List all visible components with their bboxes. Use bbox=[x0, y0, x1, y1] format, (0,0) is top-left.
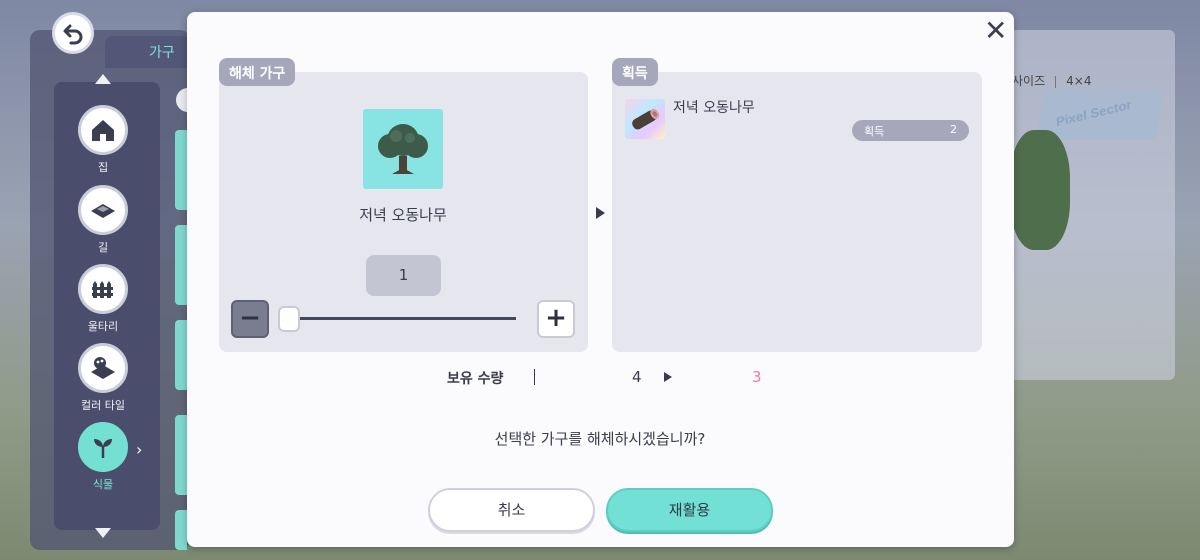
tree-icon bbox=[378, 124, 428, 174]
quantity-display: 1 bbox=[366, 255, 441, 296]
list-item-edge bbox=[175, 510, 187, 550]
reward-tag: 획득 bbox=[612, 58, 658, 86]
divider bbox=[534, 369, 535, 385]
background-size-row: 사이즈 4×4 bbox=[1012, 72, 1091, 89]
category-label: 컬러 타일 bbox=[81, 399, 125, 412]
list-item-edge bbox=[175, 415, 187, 495]
list-item-edge bbox=[175, 225, 187, 305]
cancel-button[interactable]: 취소 bbox=[428, 488, 595, 532]
confirm-question: 선택한 가구를 해체하시겠습니까? bbox=[494, 430, 706, 448]
background-tree bbox=[1010, 130, 1070, 250]
increase-button[interactable]: + bbox=[537, 300, 575, 338]
list-item-edge bbox=[175, 130, 187, 210]
reward-count-badge: 획득 2 bbox=[852, 120, 969, 141]
reward-thumbnail bbox=[625, 99, 665, 139]
reward-panel bbox=[612, 72, 982, 352]
category-label: 길 bbox=[97, 241, 109, 254]
reward-name: 저녁 오동나무 bbox=[673, 100, 755, 116]
category-color-tile[interactable]: 컬러 타일 bbox=[78, 343, 128, 413]
chevron-right-icon: › bbox=[136, 440, 143, 459]
item-thumbnail bbox=[363, 109, 443, 189]
scroll-down-arrow-icon[interactable] bbox=[95, 528, 111, 538]
path-tile-icon bbox=[91, 204, 115, 218]
category-house[interactable]: 집 bbox=[78, 105, 128, 175]
size-value: 4×4 bbox=[1066, 74, 1092, 88]
size-label: 사이즈 bbox=[1012, 74, 1046, 88]
category-plant[interactable]: 식물 bbox=[78, 422, 128, 492]
play-arrow-icon bbox=[596, 207, 605, 219]
item-name: 저녁 오동나무 bbox=[359, 206, 447, 224]
category-label: 울타리 bbox=[87, 320, 119, 333]
play-arrow-icon bbox=[664, 372, 672, 382]
category-label: 집 bbox=[97, 161, 109, 174]
category-fence[interactable]: 울타리 bbox=[78, 264, 128, 334]
category-path[interactable]: 길 bbox=[78, 185, 128, 255]
back-button[interactable] bbox=[52, 12, 94, 54]
owned-quantity-label: 보유 수량 bbox=[447, 371, 504, 387]
category-label: 식물 bbox=[92, 478, 114, 491]
scroll-up-arrow-icon[interactable] bbox=[95, 74, 111, 84]
close-icon[interactable]: ✕ bbox=[984, 17, 1007, 45]
quantity-slider-track[interactable] bbox=[292, 317, 516, 320]
house-icon bbox=[92, 120, 114, 141]
owned-after-count: 3 bbox=[752, 368, 762, 386]
quantity-slider-handle[interactable] bbox=[278, 306, 300, 332]
list-item-edge bbox=[175, 320, 187, 390]
sprout-icon bbox=[94, 439, 112, 458]
fence-icon bbox=[92, 281, 113, 298]
palette-tile-icon bbox=[91, 357, 115, 379]
log-icon bbox=[632, 108, 660, 130]
decrease-button[interactable]: − bbox=[231, 300, 269, 338]
back-arrow-icon bbox=[63, 24, 83, 45]
reward-badge-count: 2 bbox=[950, 123, 957, 136]
recycle-button[interactable]: 재활용 bbox=[606, 488, 773, 532]
owned-before-count: 4 bbox=[632, 368, 642, 386]
tab-furniture[interactable]: 가구 bbox=[105, 36, 190, 68]
dismantle-tag: 해체 가구 bbox=[219, 58, 296, 86]
reward-badge-label: 획득 bbox=[864, 125, 885, 138]
